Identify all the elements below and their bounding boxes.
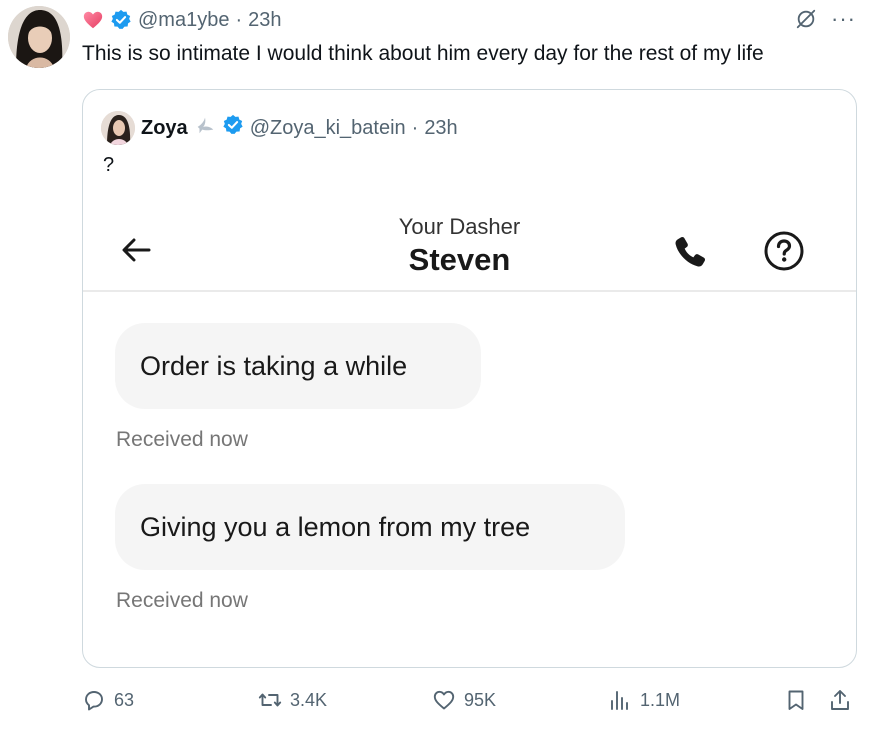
heart-icon [82,9,104,31]
dasher-label: Your Dasher [398,214,521,239]
grok-icon[interactable] [795,8,817,30]
tweet-header: @ma1ybe · 23h [82,8,282,32]
tweet-time[interactable]: 23h [248,9,281,32]
dasher-name: Steven [408,242,511,277]
bookmark-button[interactable] [784,688,808,712]
message-bubble: Order is taking a while [115,323,481,409]
chat-header: Your Dasher Steven [83,192,856,292]
more-icon[interactable]: ··· [831,8,856,30]
phone-icon [670,232,710,272]
tweet-top-actions: ··· [795,8,856,30]
quote-separator-dot: · [411,116,419,139]
quote-header: Zoya @Zoya_ki_batein · 23h [101,110,458,146]
quote-time[interactable]: 23h [424,117,457,140]
quote-avatar [101,111,135,145]
tweet-action-bar: 63 3.4K 95K 1.1M [82,688,857,718]
message-bubble: Giving you a lemon from my tree [115,484,625,570]
like-icon [433,690,455,710]
retweet-count: 3.4K [290,689,328,710]
help-icon [763,230,805,272]
separator-dot: · [235,8,243,31]
share-icon [831,690,849,710]
quote-author-handle[interactable]: @Zoya_ki_batein [250,117,406,140]
message-status: Received now [116,589,248,612]
quote-author-name[interactable]: Zoya [141,117,188,140]
bookmark-icon [788,690,804,710]
share-button[interactable] [828,688,852,712]
views-button[interactable]: 1.1M [608,688,680,712]
verified-icon [110,9,132,31]
retweet-icon [258,693,282,707]
author-handle[interactable]: @ma1ybe [138,9,229,32]
quote-tweet-card[interactable]: Zoya @Zoya_ki_batein · 23h ? Your Dasher… [82,89,857,668]
message-status: Received now [116,428,248,451]
retweet-button[interactable]: 3.4K [258,688,327,712]
quote-verified-icon [222,114,244,142]
views-icon [611,691,628,710]
reply-count: 63 [114,689,135,710]
dove-icon [194,114,216,142]
tweet-text: This is so intimate I would think about … [82,42,764,65]
quote-text: ? [103,154,115,176]
reply-icon [85,691,103,711]
like-button[interactable]: 95K [432,688,496,712]
like-count: 95K [464,689,497,710]
views-count: 1.1M [640,689,681,710]
reply-button[interactable]: 63 [82,688,134,712]
author-avatar[interactable] [8,6,70,68]
